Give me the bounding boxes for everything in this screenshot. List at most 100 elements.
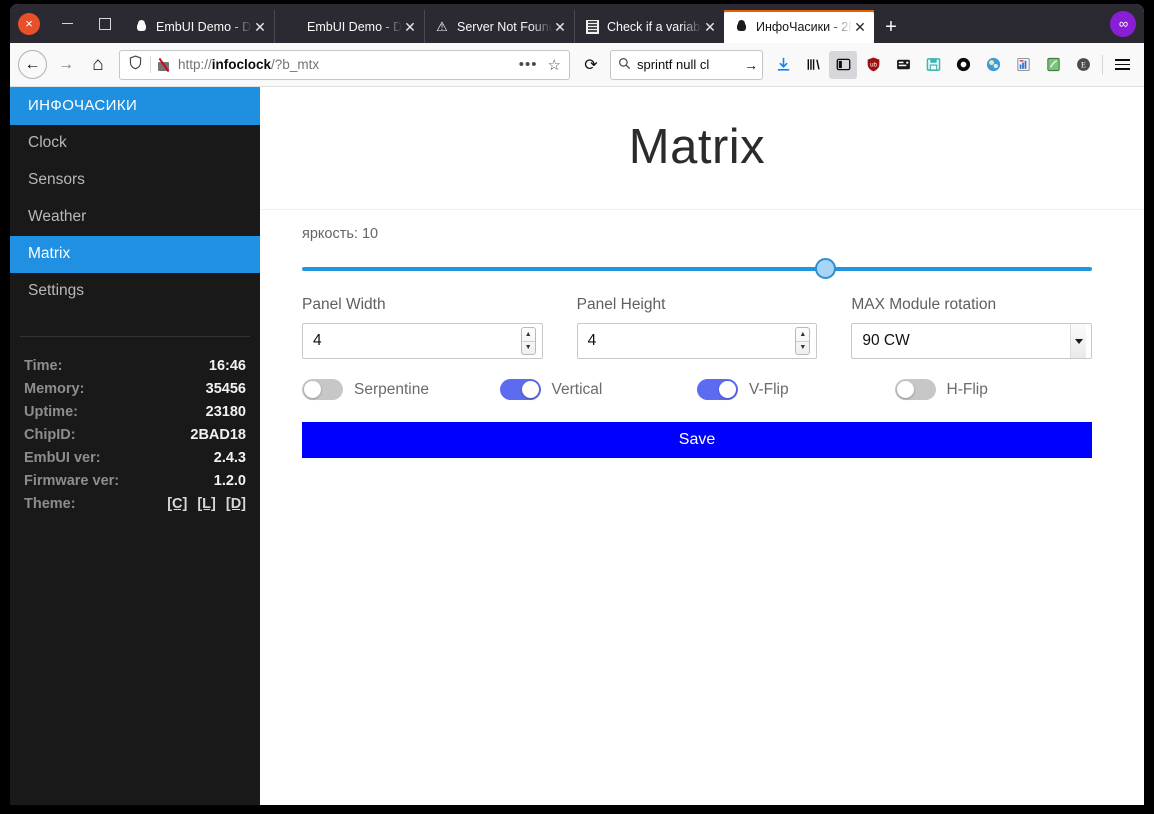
home-button[interactable]: ⌂: [83, 50, 113, 80]
sidebar-item-sensors[interactable]: Sensors: [10, 162, 260, 199]
json-viewer-icon[interactable]: [889, 51, 917, 79]
matrix-fields: Panel Width 4 ▲ ▼ Panel Height 4 ▲ ▼ MAX…: [302, 280, 1093, 359]
close-window-button[interactable]: ×: [18, 12, 40, 35]
serpentine-toggle-item[interactable]: Serpentine: [302, 379, 500, 400]
stat-value: 35456: [205, 381, 246, 397]
browser-tab[interactable]: ⚠ Server Not Found ✕: [424, 10, 574, 43]
e-extension-icon[interactable]: E: [1069, 51, 1097, 79]
field-label: MAX Module rotation: [851, 296, 997, 313]
svg-text:E: E: [1081, 60, 1086, 69]
brightness-label: яркость: 10: [302, 226, 379, 242]
downloads-icon[interactable]: [769, 51, 797, 79]
number-stepper[interactable]: ▲ ▼: [795, 327, 811, 355]
close-tab-button[interactable]: ✕: [402, 19, 418, 35]
vertical-toggle-item[interactable]: Vertical: [499, 379, 698, 400]
theme-option-dark[interactable]: [D]: [226, 496, 246, 512]
hamburger-menu-icon[interactable]: [1108, 51, 1136, 79]
stat-key: ChipID:: [24, 427, 76, 443]
close-tab-button[interactable]: ✕: [252, 19, 268, 35]
tab-title: Server Not Found: [457, 19, 552, 34]
input-value: 4: [313, 332, 322, 349]
stat-row: Uptime: 23180: [24, 401, 246, 424]
navigation-toolbar: ← → ⌂ http://infoclock/?b_mtx ••• ☆ ⟳ sp…: [10, 43, 1144, 87]
vflip-toggle-item[interactable]: V-Flip: [697, 379, 895, 400]
tab-title: Check if a variable: [607, 19, 702, 34]
sidebar-icon[interactable]: [829, 50, 857, 79]
page-actions-icon[interactable]: •••: [519, 57, 538, 72]
save-button[interactable]: Save: [302, 422, 1092, 458]
extension-badge-icon[interactable]: ∞: [1110, 10, 1136, 37]
toggle-label: V-Flip: [749, 380, 789, 398]
theme-option-light[interactable]: [L]: [197, 496, 216, 512]
vertical-toggle[interactable]: [499, 379, 541, 400]
watercolor-icon[interactable]: [979, 51, 1007, 79]
number-stepper[interactable]: ▲ ▼: [520, 327, 536, 355]
sidebar-item-label: Sensors: [28, 171, 85, 188]
stat-row: Memory: 35456: [24, 378, 246, 401]
titlebar-right: ∞: [1104, 4, 1144, 43]
theme-row: Theme: [C] [L] [D]: [24, 493, 246, 516]
maximize-window-button[interactable]: [94, 13, 116, 35]
stat-row: Firmware ver: 1.2.0: [24, 470, 246, 493]
vflip-toggle[interactable]: [697, 379, 738, 400]
search-icon: [618, 57, 631, 73]
sidebar-item-label: Weather: [28, 208, 87, 225]
theme-option-custom[interactable]: [C]: [167, 496, 187, 512]
sidebar-item-weather[interactable]: Weather: [10, 199, 260, 236]
close-tab-button[interactable]: ✕: [702, 19, 718, 35]
panel-height-input[interactable]: 4 ▲ ▼: [576, 323, 818, 359]
window-controls: ×: [10, 4, 124, 43]
chevron-down-icon[interactable]: [1070, 324, 1087, 358]
browser-tab[interactable]: EmbUI Demo - D1800 ✕: [274, 10, 424, 43]
slider-track[interactable]: [302, 258, 1092, 280]
forward-button[interactable]: →: [51, 50, 81, 80]
shield-icon[interactable]: [128, 54, 143, 75]
stat-row: Time: 16:46: [24, 355, 246, 378]
hflip-toggle-item[interactable]: H-Flip: [894, 379, 1093, 400]
save-page-icon[interactable]: [919, 51, 947, 79]
panel-width-input[interactable]: 4 ▲ ▼: [302, 323, 543, 359]
new-tab-button[interactable]: +: [874, 10, 908, 43]
reload-button[interactable]: ⟳: [576, 50, 606, 80]
serpentine-toggle[interactable]: [302, 379, 343, 400]
sidebar-item-matrix[interactable]: Matrix: [10, 236, 260, 273]
module-rotation-select[interactable]: 90 CW: [851, 323, 1093, 359]
stat-value: 16:46: [208, 358, 246, 374]
library-icon[interactable]: [799, 51, 827, 79]
esp-chip-icon: [733, 19, 749, 35]
browser-tab[interactable]: EmbUI Demo - D1 ✕: [124, 10, 274, 43]
close-tab-button[interactable]: ✕: [852, 19, 868, 35]
matrix-toggles: Serpentine Vertical V-Flip H-Flip: [302, 359, 1092, 400]
search-input[interactable]: sprintf null cl: [637, 57, 744, 72]
toolbar-divider: [1102, 54, 1103, 75]
stat-row: ChipID: 2BAD18: [24, 424, 246, 447]
broken-lock-icon[interactable]: [157, 57, 171, 72]
hflip-toggle[interactable]: [894, 379, 936, 400]
tab-title: EmbUI Demo - D1800: [307, 19, 402, 34]
sidebar-item-settings[interactable]: Settings: [10, 273, 260, 310]
field-label: Panel Height: [576, 296, 666, 313]
url-bar[interactable]: http://infoclock/?b_mtx ••• ☆: [119, 49, 570, 80]
toolbar-extension-icons: ub E: [769, 50, 1097, 79]
dark-reader-icon[interactable]: [949, 51, 977, 79]
search-go-icon[interactable]: →: [744, 57, 758, 73]
green-extension-icon[interactable]: [1039, 51, 1067, 79]
close-tab-button[interactable]: ✕: [552, 19, 568, 35]
brightness-slider[interactable]: [302, 242, 1092, 280]
stackoverflow-icon: [584, 19, 600, 35]
stat-value: 23180: [205, 404, 246, 420]
sidebar-stats: Time: 16:46 Memory: 35456 Uptime: 23180 …: [10, 355, 260, 516]
chart-extension-icon[interactable]: [1009, 51, 1037, 79]
sidebar-item-clock[interactable]: Clock: [10, 125, 260, 162]
app-brand: ИНФОЧАСИКИ: [10, 87, 260, 125]
bookmark-star-icon[interactable]: ☆: [548, 56, 561, 74]
back-button[interactable]: ←: [18, 50, 47, 79]
search-bar[interactable]: sprintf null cl →: [610, 49, 763, 80]
browser-tab-active[interactable]: ИнфоЧасики - 2B ✕: [724, 10, 874, 43]
browser-tab[interactable]: Check if a variable ✕: [574, 10, 724, 43]
slider-thumb[interactable]: [814, 258, 836, 279]
minimize-window-button[interactable]: [56, 13, 78, 35]
warning-icon: ⚠: [436, 19, 448, 34]
main-content: Matrix яркость: 10 Panel Width 4 ▲ ▼ Pan…: [260, 87, 1144, 805]
ublock-origin-icon[interactable]: ub: [859, 51, 887, 79]
